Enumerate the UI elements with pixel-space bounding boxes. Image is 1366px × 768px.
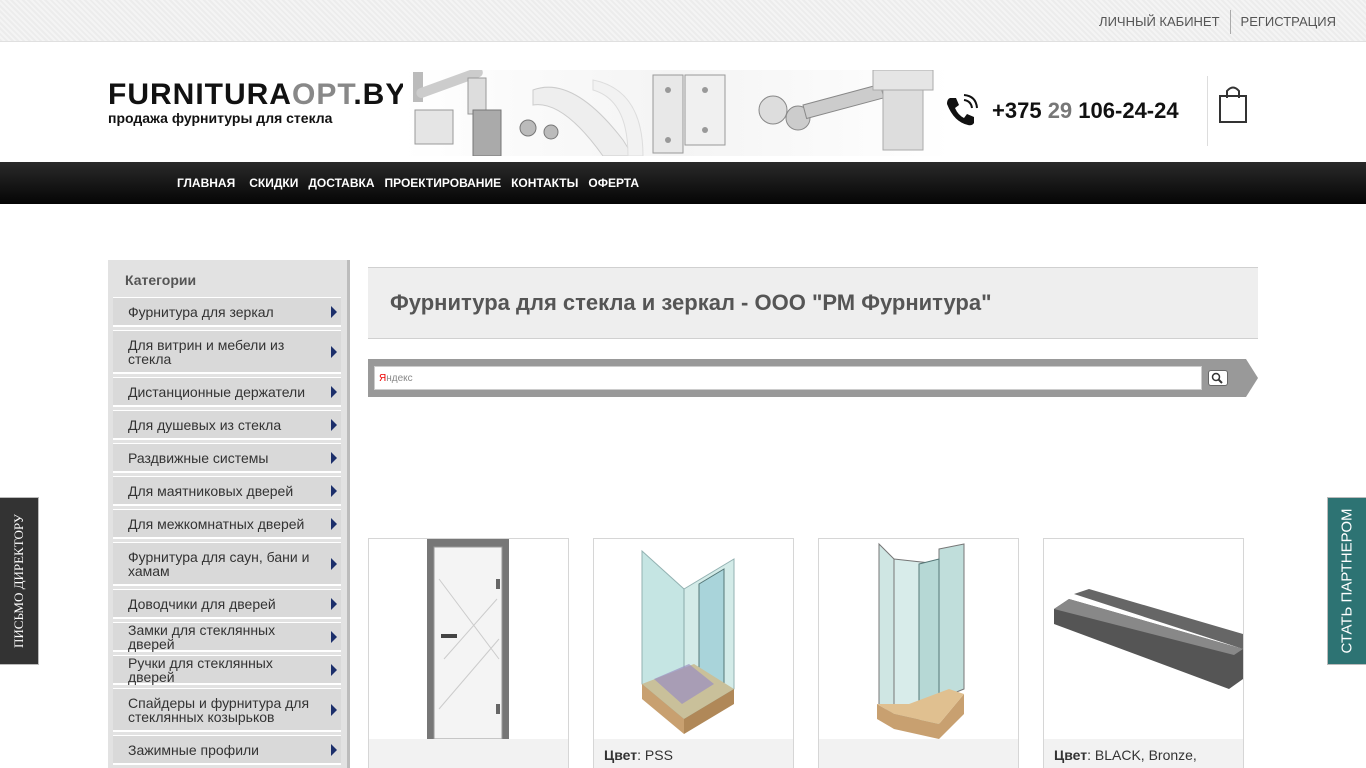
chevron-right-icon bbox=[331, 517, 337, 530]
personal-cabinet-link[interactable]: ЛИЧНЫЙ КАБИНЕТ bbox=[1089, 10, 1230, 34]
product-image bbox=[641, 549, 735, 734]
product-info bbox=[369, 739, 568, 768]
phone-block[interactable]: +375 29 106-24-24 bbox=[944, 94, 1179, 128]
main-nav: ГЛАВНАЯ СКИДКИ ДОСТАВКА ПРОЕКТИРОВАНИЕ К… bbox=[0, 162, 1366, 204]
page-title-box: Фурнитура для стекла и зеркал - ООО "РМ … bbox=[368, 267, 1258, 339]
chevron-right-icon bbox=[331, 743, 337, 756]
category-item[interactable]: Для душевых из стекла bbox=[113, 410, 341, 440]
category-item[interactable]: Спайдеры и фурнитура для стеклянных козы… bbox=[113, 688, 341, 732]
product-image bbox=[877, 542, 965, 739]
chevron-right-icon bbox=[331, 663, 337, 676]
chevron-right-icon bbox=[331, 418, 337, 431]
account-links: ЛИЧНЫЙ КАБИНЕТ РЕГИСТРАЦИЯ bbox=[1089, 10, 1346, 34]
category-item[interactable]: Фурнитура для саун, бани и хамам bbox=[113, 542, 341, 586]
category-item[interactable]: Ручки для стеклянных дверей bbox=[113, 655, 341, 685]
divider bbox=[1207, 76, 1208, 146]
product-card[interactable]: Цвет: PSS bbox=[593, 538, 794, 768]
search-input[interactable]: Яндекс bbox=[374, 366, 1202, 390]
product-card[interactable]: Цвет: BLACK, Bronze, bbox=[1043, 538, 1244, 768]
product-info: Цвет: BLACK, Bronze, bbox=[1044, 739, 1243, 768]
phone-icon bbox=[947, 94, 978, 126]
category-item[interactable]: Дистанционные держатели bbox=[113, 377, 341, 407]
chevron-right-icon bbox=[331, 557, 337, 570]
chevron-right-icon bbox=[331, 630, 337, 643]
product-card[interactable] bbox=[368, 538, 569, 768]
product-image bbox=[427, 539, 509, 739]
chevron-right-icon bbox=[331, 345, 337, 358]
logo-tagline: продажа фурнитуры для стекла bbox=[108, 110, 333, 126]
register-link[interactable]: РЕГИСТРАЦИЯ bbox=[1231, 10, 1346, 34]
sidebar-title: Категории bbox=[125, 272, 197, 288]
search-icon bbox=[1211, 372, 1223, 384]
category-item[interactable]: Фурнитура для зеркал bbox=[113, 297, 341, 327]
become-partner-tab[interactable]: СТАТЬ ПАРТНЕРОМ bbox=[1327, 497, 1366, 665]
product-info: Цвет: PSS bbox=[594, 739, 793, 768]
letter-to-director-tab[interactable]: ПИСЬМО ДИРЕКТОРУ bbox=[0, 497, 39, 665]
chevron-right-icon bbox=[331, 385, 337, 398]
search-button[interactable] bbox=[1208, 370, 1228, 386]
site-logo[interactable]: FURNITURAOPT.BY продажа фурнитуры для ст… bbox=[108, 78, 407, 127]
category-item[interactable]: Зажимные профили bbox=[113, 735, 341, 765]
chevron-right-icon bbox=[331, 484, 337, 497]
phone-number[interactable]: +375 29 106-24-24 bbox=[992, 98, 1179, 124]
chevron-right-icon bbox=[331, 703, 337, 716]
nav-home[interactable]: ГЛАВНАЯ bbox=[172, 176, 240, 190]
nav-delivery[interactable]: ДОСТАВКА bbox=[303, 176, 379, 190]
chevron-right-icon bbox=[331, 305, 337, 318]
product-info bbox=[819, 739, 1018, 768]
product-card[interactable] bbox=[818, 538, 1019, 768]
logo-text: FURNITURAOPT.BY bbox=[108, 78, 407, 111]
yandex-brand: Яндекс bbox=[379, 373, 413, 384]
shopping-bag-icon[interactable] bbox=[1218, 84, 1248, 124]
category-item[interactable]: Доводчики для дверей bbox=[113, 589, 341, 619]
category-item[interactable]: Для межкомнатных дверей bbox=[113, 509, 341, 539]
category-sidebar: Категории Фурнитура для зеркал Для витри… bbox=[108, 260, 350, 768]
category-item[interactable]: Для маятниковых дверей bbox=[113, 476, 341, 506]
nav-design[interactable]: ПРОЕКТИРОВАНИЕ bbox=[380, 176, 507, 190]
category-item[interactable]: Замки для стеклянных дверей bbox=[113, 622, 341, 652]
nav-discounts[interactable]: СКИДКИ bbox=[244, 176, 303, 190]
chevron-right-icon bbox=[331, 597, 337, 610]
page-title: Фурнитура для стекла и зеркал - ООО "РМ … bbox=[390, 290, 992, 315]
product-image bbox=[1054, 589, 1243, 689]
header-banner-image bbox=[403, 70, 951, 156]
nav-contacts[interactable]: КОНТАКТЫ bbox=[506, 176, 583, 190]
search-bar: Яндекс bbox=[368, 359, 1258, 397]
category-item[interactable]: Для витрин и мебели из стекла bbox=[113, 330, 341, 374]
nav-offer[interactable]: ОФЕРТА bbox=[583, 176, 644, 190]
chevron-right-icon bbox=[331, 451, 337, 464]
category-item[interactable]: Раздвижные системы bbox=[113, 443, 341, 473]
top-bar: ЛИЧНЫЙ КАБИНЕТ РЕГИСТРАЦИЯ bbox=[0, 0, 1366, 42]
